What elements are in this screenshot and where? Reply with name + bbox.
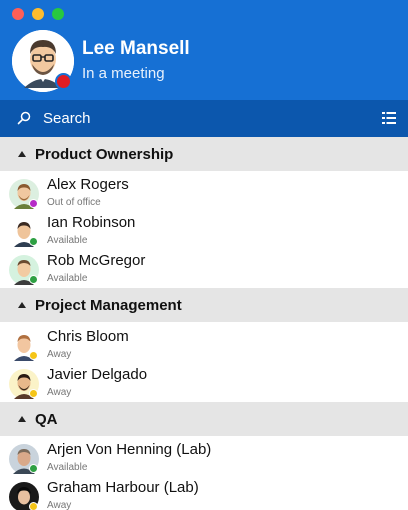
close-window-button[interactable]	[12, 8, 24, 20]
contact-name: Javier Delgado	[47, 366, 148, 383]
search-bar[interactable]: Search	[0, 100, 408, 137]
presence-out-of-office-indicator	[29, 199, 38, 208]
my-status-text[interactable]: In a meeting	[82, 65, 165, 82]
minimize-window-button[interactable]	[32, 8, 44, 20]
contact-row[interactable]: Arjen Von Henning (Lab) Available	[0, 441, 408, 479]
contact-status: Out of office	[47, 197, 101, 208]
group-header-qa[interactable]: QA	[0, 402, 408, 436]
contact-row[interactable]: Ian Robinson Available	[0, 214, 408, 252]
search-icon	[17, 111, 31, 125]
presence-away-indicator	[29, 502, 38, 510]
contact-status: Away	[47, 387, 72, 398]
group-header-product-ownership[interactable]: Product Ownership	[0, 137, 408, 171]
collapse-triangle-icon	[18, 151, 26, 157]
contact-status: Away	[47, 349, 72, 360]
maximize-window-button[interactable]	[52, 8, 64, 20]
presence-available-indicator	[29, 237, 38, 246]
contact-row[interactable]: Graham Harbour (Lab) Away	[0, 479, 408, 510]
group-name: Project Management	[35, 297, 182, 314]
window-controls	[12, 8, 64, 20]
presence-available-indicator	[29, 275, 38, 284]
list-view-icon[interactable]	[382, 111, 396, 125]
group-name: Product Ownership	[35, 146, 174, 163]
my-display-name: Lee Mansell	[82, 38, 190, 59]
contact-status: Available	[47, 273, 88, 284]
contact-name: Alex Rogers	[47, 176, 129, 193]
contact-status: Available	[47, 235, 88, 246]
contact-name: Rob McGregor	[47, 252, 146, 269]
collapse-triangle-icon	[18, 416, 26, 422]
contact-row[interactable]: Chris Bloom Away	[0, 328, 408, 366]
search-input[interactable]: Search	[43, 110, 91, 127]
contact-status: Away	[47, 500, 72, 510]
my-presence-indicator	[55, 73, 72, 90]
group-name: QA	[35, 411, 58, 428]
contact-name: Arjen Von Henning (Lab)	[47, 441, 212, 458]
contact-row[interactable]: Javier Delgado Away	[0, 366, 408, 404]
contact-status: Available	[47, 462, 88, 473]
contact-row[interactable]: Alex Rogers Out of office	[0, 176, 408, 214]
contact-row[interactable]: Rob McGregor Available	[0, 252, 408, 290]
contact-name: Graham Harbour (Lab)	[47, 479, 199, 496]
contact-name: Ian Robinson	[47, 214, 136, 231]
contact-name: Chris Bloom	[47, 328, 129, 345]
group-header-project-management[interactable]: Project Management	[0, 288, 408, 322]
presence-away-indicator	[29, 389, 38, 398]
presence-away-indicator	[29, 351, 38, 360]
collapse-triangle-icon	[18, 302, 26, 308]
profile-header: Lee Mansell In a meeting	[0, 0, 408, 100]
presence-available-indicator	[29, 464, 38, 473]
